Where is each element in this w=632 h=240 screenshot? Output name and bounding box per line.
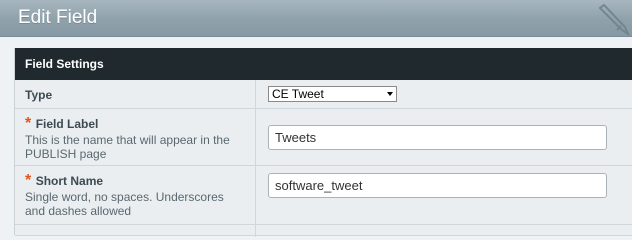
required-asterisk: * [25, 115, 32, 132]
short-name-input[interactable] [268, 173, 607, 198]
dropdown-arrow-icon [387, 92, 393, 96]
short-name-hint: Single word, no spaces. Underscores and … [25, 190, 224, 218]
field-settings-panel: Field Settings Type CE Tweet * Field Lab… [14, 48, 632, 237]
type-label: Type [25, 88, 53, 102]
value-cell: CE Tweet [257, 80, 632, 108]
field-label-label: Field Label [35, 117, 99, 131]
label-cell: * Field Label This is the name that will… [15, 109, 256, 165]
type-select[interactable]: CE Tweet [268, 86, 397, 102]
pencil-icon [598, 3, 630, 36]
label-cell: * Short Name Single word, no spaces. Und… [15, 166, 256, 224]
field-label-hint: This is the name that will appear in the… [25, 133, 230, 161]
row-next [15, 225, 632, 237]
label-cell: Type [15, 80, 256, 108]
panel-header: Field Settings [15, 48, 632, 80]
required-asterisk: * [25, 172, 32, 189]
page-title: Edit Field [18, 7, 98, 28]
type-select-value: CE Tweet [272, 87, 324, 101]
row-field-label: * Field Label This is the name that will… [15, 109, 632, 166]
short-name-label: Short Name [35, 174, 104, 188]
value-cell [257, 109, 632, 165]
row-type: Type CE Tweet [15, 80, 632, 109]
label-cell [15, 225, 256, 237]
row-short-name: * Short Name Single word, no spaces. Und… [15, 166, 632, 225]
value-cell [257, 166, 632, 224]
titlebar: Edit Field [0, 0, 632, 37]
field-label-input[interactable] [268, 125, 607, 150]
